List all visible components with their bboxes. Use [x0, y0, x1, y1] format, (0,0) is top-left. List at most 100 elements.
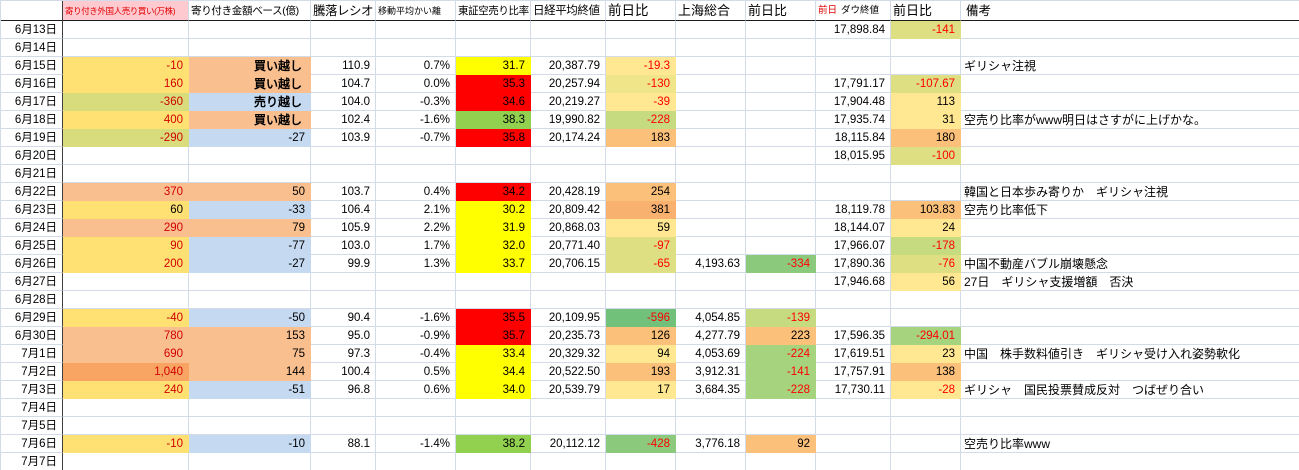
cell-nikkei_chg[interactable]: [606, 453, 676, 470]
cell-ma[interactable]: -0.3%: [376, 93, 456, 111]
cell-amount[interactable]: -27: [189, 255, 311, 273]
cell-shanghai[interactable]: [676, 129, 746, 147]
cell-remark[interactable]: [961, 291, 1299, 309]
cell-shanghai[interactable]: [676, 165, 746, 183]
cell-nikkei_chg[interactable]: 183: [606, 129, 676, 147]
cell-foreign[interactable]: 780: [63, 327, 189, 345]
cell-ratio[interactable]: 90.4: [311, 309, 376, 327]
cell-foreign[interactable]: [63, 399, 189, 417]
cell-shanghai[interactable]: [676, 237, 746, 255]
cell-ma[interactable]: [376, 399, 456, 417]
cell-nikkei[interactable]: [531, 165, 606, 183]
cell-foreign[interactable]: [63, 39, 189, 57]
cell-short[interactable]: 35.7: [456, 327, 531, 345]
cell-foreign[interactable]: -360: [63, 93, 189, 111]
cell-amount[interactable]: 79: [189, 219, 311, 237]
cell-nikkei[interactable]: 20,522.50: [531, 363, 606, 381]
cell-remark[interactable]: [961, 21, 1299, 39]
cell-short[interactable]: [456, 291, 531, 309]
cell-shanghai_chg[interactable]: -139: [746, 309, 816, 327]
column-header-short[interactable]: 東証空売り比率: [456, 1, 531, 21]
date-cell[interactable]: 6月26日: [1, 255, 63, 273]
cell-shanghai[interactable]: [676, 273, 746, 291]
cell-nikkei_chg[interactable]: 254: [606, 183, 676, 201]
cell-shanghai[interactable]: [676, 111, 746, 129]
cell-short[interactable]: 35.5: [456, 309, 531, 327]
date-cell[interactable]: 6月20日: [1, 147, 63, 165]
cell-nikkei_chg[interactable]: -596: [606, 309, 676, 327]
cell-ma[interactable]: [376, 273, 456, 291]
cell-remark[interactable]: ギリシャ注視: [961, 57, 1299, 75]
cell-remark[interactable]: [961, 237, 1299, 255]
cell-shanghai_chg[interactable]: -224: [746, 345, 816, 363]
cell-ma[interactable]: [376, 417, 456, 435]
cell-remark[interactable]: [961, 219, 1299, 237]
cell-shanghai_chg[interactable]: [746, 237, 816, 255]
cell-amount[interactable]: -50: [189, 309, 311, 327]
cell-dow[interactable]: 17,890.36: [816, 255, 891, 273]
cell-foreign[interactable]: 290: [63, 219, 189, 237]
cell-nikkei_chg[interactable]: [606, 273, 676, 291]
cell-foreign[interactable]: 90: [63, 237, 189, 255]
cell-short[interactable]: 34.4: [456, 363, 531, 381]
cell-remark[interactable]: ギリシャ 国民投票賛成反対 つばぜり合い: [961, 381, 1299, 399]
cell-amount[interactable]: 買い越し: [189, 75, 311, 93]
cell-dow[interactable]: 17,619.51: [816, 345, 891, 363]
cell-dow[interactable]: 17,935.74: [816, 111, 891, 129]
cell-nikkei[interactable]: [531, 453, 606, 470]
cell-dow_chg[interactable]: [891, 183, 961, 201]
cell-shanghai[interactable]: [676, 183, 746, 201]
cell-ma[interactable]: 0.5%: [376, 363, 456, 381]
cell-nikkei_chg[interactable]: [606, 147, 676, 165]
cell-ratio[interactable]: [311, 21, 376, 39]
cell-short[interactable]: 31.9: [456, 219, 531, 237]
cell-ma[interactable]: -1.4%: [376, 435, 456, 453]
cell-amount[interactable]: [189, 453, 311, 470]
cell-ratio[interactable]: 103.0: [311, 237, 376, 255]
cell-ratio[interactable]: 103.7: [311, 183, 376, 201]
cell-dow[interactable]: [816, 417, 891, 435]
cell-ratio[interactable]: [311, 39, 376, 57]
cell-short[interactable]: 34.6: [456, 93, 531, 111]
cell-shanghai[interactable]: [676, 453, 746, 470]
cell-ma[interactable]: [376, 147, 456, 165]
cell-dow[interactable]: 18,115.84: [816, 129, 891, 147]
cell-dow[interactable]: 17,596.35: [816, 327, 891, 345]
cell-ratio[interactable]: 105.9: [311, 219, 376, 237]
cell-shanghai_chg[interactable]: [746, 93, 816, 111]
cell-remark[interactable]: [961, 93, 1299, 111]
cell-short[interactable]: 31.7: [456, 57, 531, 75]
cell-foreign[interactable]: -10: [63, 435, 189, 453]
cell-nikkei[interactable]: 20,706.15: [531, 255, 606, 273]
cell-dow_chg[interactable]: 103.83: [891, 201, 961, 219]
date-cell[interactable]: 6月30日: [1, 327, 63, 345]
cell-nikkei_chg[interactable]: 193: [606, 363, 676, 381]
cell-foreign[interactable]: 370: [63, 183, 189, 201]
cell-nikkei[interactable]: [531, 39, 606, 57]
cell-shanghai[interactable]: [676, 219, 746, 237]
cell-ma[interactable]: -0.7%: [376, 129, 456, 147]
cell-dow[interactable]: [816, 435, 891, 453]
cell-ma[interactable]: 0.7%: [376, 57, 456, 75]
cell-ratio[interactable]: 97.3: [311, 345, 376, 363]
date-cell[interactable]: 6月24日: [1, 219, 63, 237]
cell-dow_chg[interactable]: -76: [891, 255, 961, 273]
cell-foreign[interactable]: [63, 291, 189, 309]
cell-amount[interactable]: 75: [189, 345, 311, 363]
date-cell[interactable]: 6月21日: [1, 165, 63, 183]
cell-foreign[interactable]: [63, 21, 189, 39]
cell-dow[interactable]: 17,966.07: [816, 237, 891, 255]
cell-foreign[interactable]: -290: [63, 129, 189, 147]
cell-foreign[interactable]: 160: [63, 75, 189, 93]
cell-foreign[interactable]: 240: [63, 381, 189, 399]
cell-shanghai_chg[interactable]: [746, 273, 816, 291]
cell-dow_chg[interactable]: 56: [891, 273, 961, 291]
cell-ratio[interactable]: 104.7: [311, 75, 376, 93]
cell-nikkei_chg[interactable]: 126: [606, 327, 676, 345]
cell-remark[interactable]: [961, 75, 1299, 93]
cell-ma[interactable]: -0.9%: [376, 327, 456, 345]
column-header-foreign[interactable]: 寄り付き外国人売り買い(万株): [63, 1, 189, 21]
cell-ratio[interactable]: 104.0: [311, 93, 376, 111]
cell-ratio[interactable]: 103.9: [311, 129, 376, 147]
cell-foreign[interactable]: [63, 165, 189, 183]
